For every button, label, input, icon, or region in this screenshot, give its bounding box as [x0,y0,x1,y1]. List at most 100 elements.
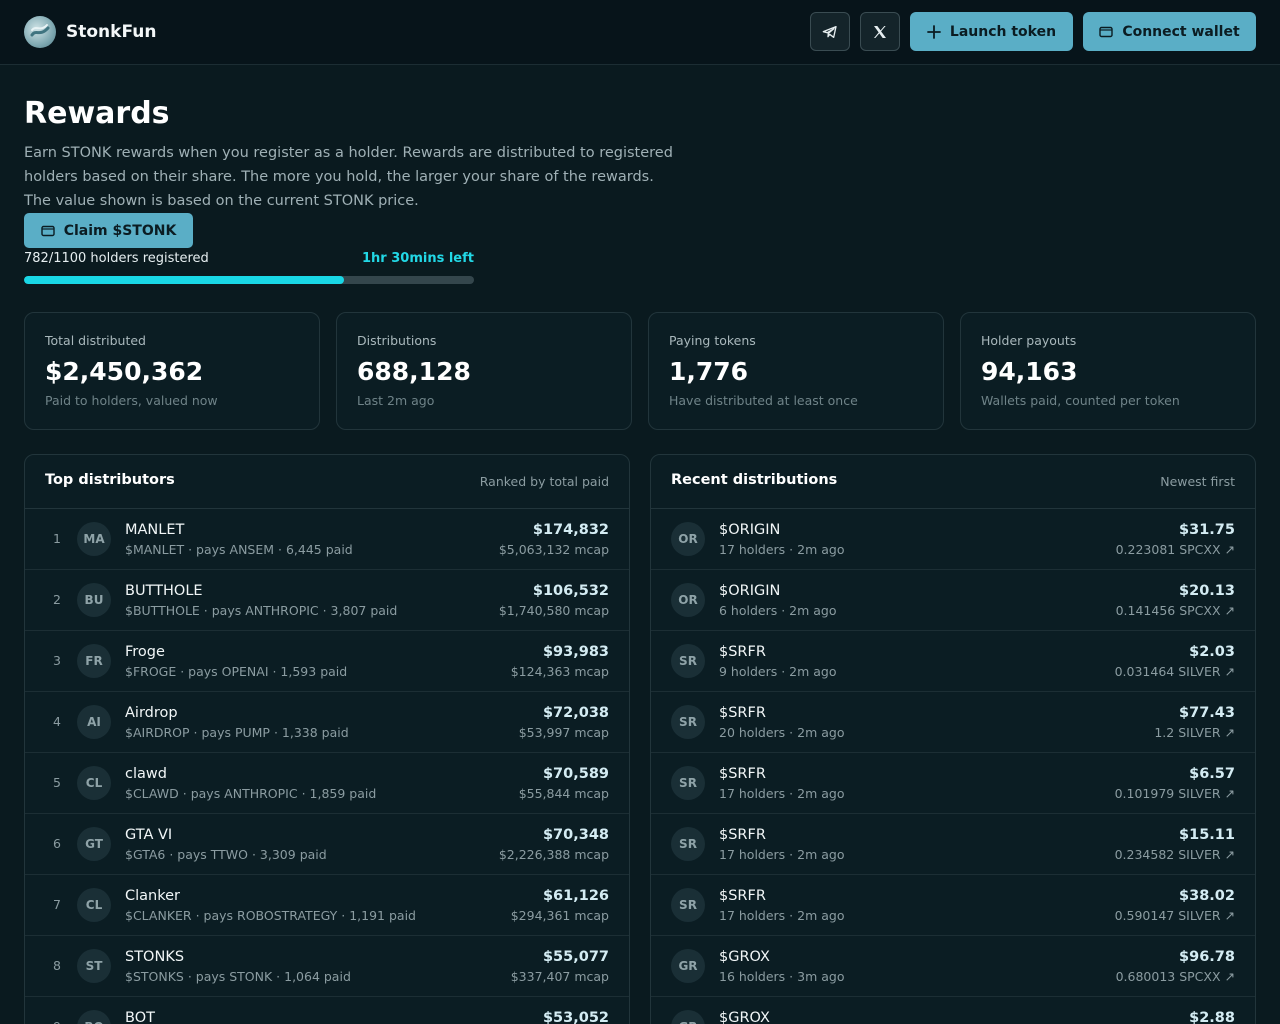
table-row[interactable]: SR $SRFR 17 holders · 2m ago $6.57 0.101979 … [651,753,1255,814]
registration-progress-fill [24,276,344,284]
distribution-amount-link[interactable]: 0.680013 SPCXX ↗ [1116,969,1235,984]
distribution-value: $2.88 [1189,1010,1235,1024]
panel-hint: Newest first [1160,474,1235,489]
avatar: GT [77,827,111,861]
token-meta: $FROGE · pays OPENAI · 1,593 paid [125,664,348,679]
launch-token-label: Launch token [949,23,1057,40]
token-name: MANLET [125,522,185,538]
row-rank: 2 [53,592,61,607]
token-ticker: $SRFR [719,705,766,721]
top-bar: StonkFun Launch token Connect wallet [0,0,1280,65]
distribution-amount-link[interactable]: 0.590147 SILVER ↗ [1115,908,1235,923]
token-meta: $GTA6 · pays TTWO · 3,309 paid [125,847,327,862]
avatar: OR [671,522,705,556]
token-name: clawd [125,766,167,782]
table-row[interactable]: 2 BU BUTTHOLE $BUTTHOLE · pays ANTHROPIC · … [25,570,629,631]
avatar: FR [77,644,111,678]
row-rank: 5 [53,775,61,790]
token-meta: $BUTTHOLE · pays ANTHROPIC · 3,807 paid [125,603,398,618]
market-cap: $337,407 mcap [510,969,609,984]
telegram-icon [822,24,838,40]
distribution-meta: 16 holders · 3m ago [719,969,845,984]
token-meta: $STONKS · pays STONK · 1,064 paid [125,969,351,984]
stat-card-distributions: Distributions 688,128 Last 2m ago [336,312,632,430]
table-row[interactable]: SR $SRFR 20 holders · 2m ago $77.43 1.2 SILV… [651,692,1255,753]
panel-hint: Ranked by total paid [479,474,609,489]
row-rank: 3 [53,653,61,668]
distribution-amount-link[interactable]: 0.031464 SILVER ↗ [1115,664,1235,679]
table-row[interactable]: 1 MA MANLET $MANLET · pays ANSEM · 6,445 pa… [25,509,629,570]
table-row[interactable]: SR $SRFR 17 holders · 2m ago $38.02 0.590147… [651,875,1255,936]
distribution-value: $2.03 [1189,644,1235,660]
distribution-amount-link[interactable]: 0.141456 SPCXX ↗ [1116,603,1235,618]
market-cap: $53,997 mcap [518,725,609,740]
market-cap: $124,363 mcap [510,664,609,679]
stat-card-total-distributed: Total distributed $2,450,362 Paid to hol… [24,312,320,430]
claim-stonk-button[interactable]: Claim $STONK [24,213,193,248]
table-row[interactable]: 8 ST STONKS $STONKS · pays STONK · 1,064 pa… [25,936,629,997]
token-name: BUTTHOLE [125,583,203,599]
table-row[interactable]: 6 GT GTA VI $GTA6 · pays TTWO · 3,309 paid $… [25,814,629,875]
x-button[interactable] [860,12,900,51]
distribution-meta: 20 holders · 2m ago [719,725,845,740]
recent-distributions-list: OR $ORIGIN 17 holders · 2m ago $31.75 0.2230… [651,509,1255,1024]
token-ticker: $GROX [719,1010,770,1024]
table-row[interactable]: 9 BO BOT $53,052 [25,997,629,1024]
connect-wallet-button[interactable]: Connect wallet [1083,12,1256,51]
token-meta: $AIRDROP · pays PUMP · 1,338 paid [125,725,349,740]
token-ticker: $ORIGIN [719,583,781,599]
brand-logo-icon [24,16,56,48]
distribution-amount-link[interactable]: 0.234582 SILVER ↗ [1115,847,1235,862]
table-row[interactable]: GR $GROX $2.88 [651,997,1255,1024]
table-row[interactable]: OR $ORIGIN 17 holders · 2m ago $31.75 0.2230… [651,509,1255,570]
total-paid: $93,983 [542,644,609,660]
token-ticker: $ORIGIN [719,522,781,538]
launch-token-button[interactable]: Launch token [910,12,1073,51]
table-row[interactable]: 5 CL clawd $CLAWD · pays ANTHROPIC · 1,859 … [25,753,629,814]
brand[interactable]: StonkFun [24,16,156,48]
token-name: Froge [125,644,165,660]
stat-subtitle: Last 2m ago [357,393,435,408]
token-name: BOT [125,1010,155,1024]
telegram-button[interactable] [810,12,850,51]
table-row[interactable]: OR $ORIGIN 6 holders · 2m ago $20.13 0.14145… [651,570,1255,631]
distribution-amount-link[interactable]: 0.101979 SILVER ↗ [1115,786,1235,801]
market-cap: $55,844 mcap [518,786,609,801]
distribution-amount-link[interactable]: 1.2 SILVER ↗ [1154,725,1235,740]
token-ticker: $SRFR [719,644,766,660]
wallet-icon [1099,25,1114,39]
distribution-meta: 17 holders · 2m ago [719,542,845,557]
table-row[interactable]: 4 AI Airdrop $AIRDROP · pays PUMP · 1,338 p… [25,692,629,753]
row-rank: 6 [53,836,61,851]
table-row[interactable]: 3 FR Froge $FROGE · pays OPENAI · 1,593 pai… [25,631,629,692]
avatar: SR [671,827,705,861]
table-row[interactable]: SR $SRFR 17 holders · 2m ago $15.11 0.234582… [651,814,1255,875]
token-meta: $CLANKER · pays ROBOSTRATEGY · 1,191 pai… [125,908,416,923]
distribution-value: $20.13 [1179,583,1235,599]
market-cap: $294,361 mcap [510,908,609,923]
distribution-amount-link[interactable]: 0.223081 SPCXX ↗ [1116,542,1235,557]
token-ticker: $GROX [719,949,770,965]
token-name: STONKS [125,949,185,965]
row-rank: 8 [53,958,61,973]
page-description: Earn STONK rewards when you register as … [24,145,673,209]
stat-value: $2,450,362 [45,357,204,386]
claim-stonk-label: Claim $STONK [63,222,177,239]
distribution-value: $96.78 [1179,949,1235,965]
avatar: BU [77,583,111,617]
stat-label: Paying tokens [669,333,756,348]
distribution-value: $38.02 [1179,888,1235,904]
avatar: SR [671,644,705,678]
distribution-meta: 9 holders · 2m ago [719,664,837,679]
brand-name: StonkFun [66,22,157,42]
total-paid: $61,126 [542,888,609,904]
holders-registered: 782/1100 holders registered [24,251,209,266]
table-row[interactable]: SR $SRFR 9 holders · 2m ago $2.03 0.031464 S… [651,631,1255,692]
market-cap: $2,226,388 mcap [498,847,609,862]
table-row[interactable]: 7 CL Clanker $CLANKER · pays ROBOSTRATEGY ·… [25,875,629,936]
wallet-icon [40,224,55,238]
table-row[interactable]: GR $GROX 16 holders · 3m ago $96.78 0.680013… [651,936,1255,997]
plus-icon [927,24,941,39]
distribution-value: $31.75 [1179,522,1235,538]
row-rank: 4 [53,714,61,729]
